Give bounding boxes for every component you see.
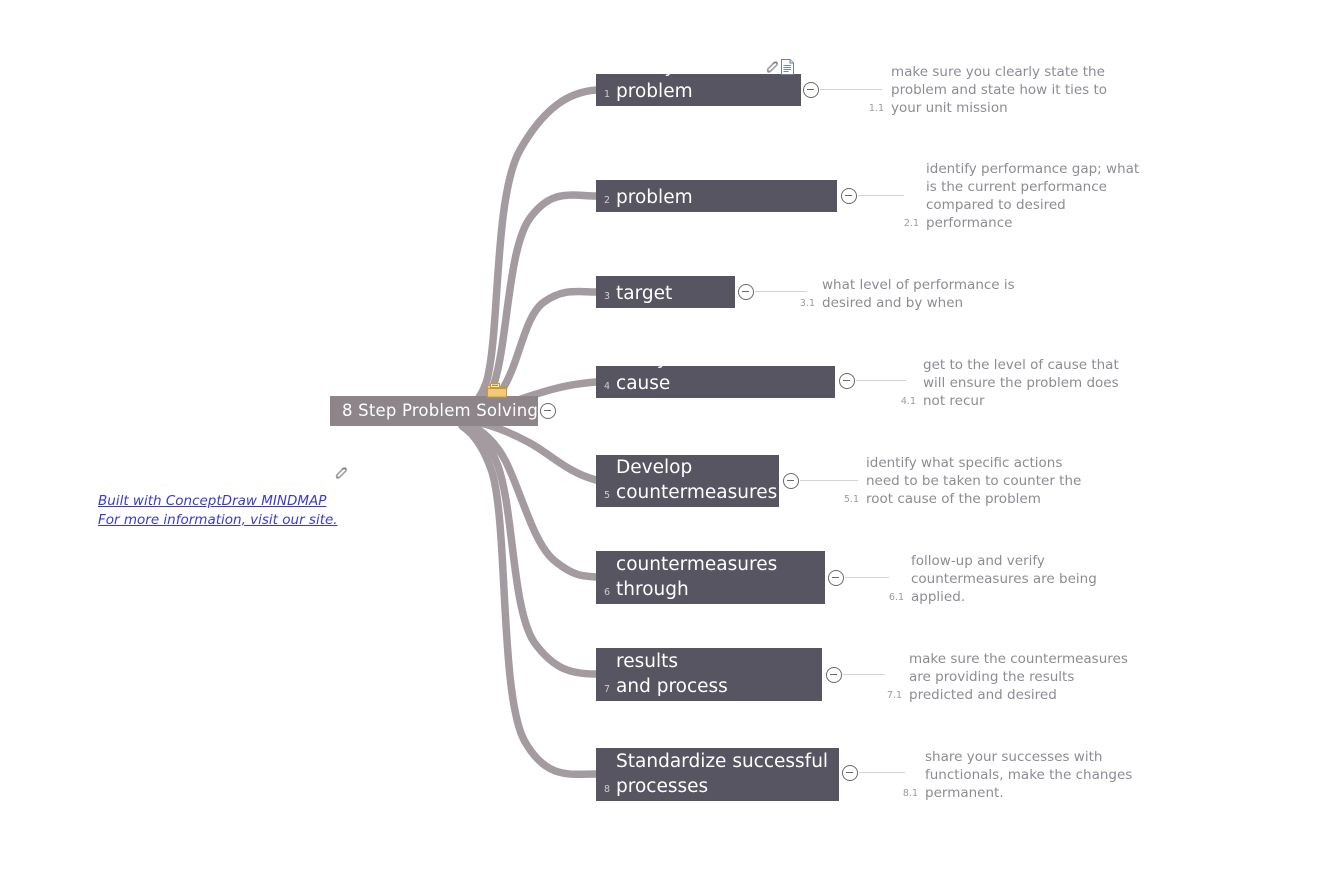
subtopic-6[interactable]: 6.1 follow-up and verify countermeasures… [878, 552, 1158, 606]
collapse-toggle-topic-2[interactable] [841, 188, 857, 204]
topic-node-3[interactable]: 3 Set a target [596, 258, 735, 308]
collapse-toggle-topic-7[interactable] [826, 667, 842, 683]
collapse-toggle-topic-8[interactable] [842, 765, 858, 781]
topic-node-6[interactable]: 6 See countermeasures through [596, 529, 825, 604]
topic-number-4: 4 [604, 380, 611, 392]
subtopic-text-1: make sure you clearly state the problem … [891, 64, 1108, 116]
collapse-toggle-center[interactable] [540, 403, 556, 419]
topic-number-3: 3 [604, 290, 611, 302]
topic-label-8: Standardize successful processes [616, 751, 829, 797]
topic-number-2: 2 [604, 194, 611, 206]
topic-node-5[interactable]: 5 Develop countermeasures [596, 455, 779, 507]
topic-node-7[interactable]: 7 Evaluate both results and process [596, 626, 822, 701]
topic-number-6: 6 [604, 586, 611, 598]
subtopic-text-5: identify what specific actions need to b… [866, 455, 1082, 507]
subtopic-text-8: share your successes with functionals, m… [925, 749, 1133, 801]
subtopic-8[interactable]: 8.1 share your successes with functional… [892, 748, 1172, 802]
collapse-toggle-topic-4[interactable] [839, 373, 855, 389]
subtopic-text-4: get to the level of cause that will ensu… [923, 357, 1119, 409]
branch-to-topic-5 [464, 416, 600, 484]
folder-icon [487, 382, 507, 402]
central-topic-label: 8 Step Problem Solving [342, 401, 539, 420]
topic-number-5: 5 [604, 489, 611, 501]
subtopic-number-4: 4.1 [900, 395, 916, 407]
subtopic-2[interactable]: 2.1 identify performance gap; what is th… [893, 160, 1188, 232]
topic-label-4: Analyze the root cause [616, 348, 769, 394]
topic-label-7: Evaluate both results and process [616, 626, 745, 697]
subtopic-text-6: follow-up and verify countermeasures are… [911, 553, 1097, 605]
collapse-toggle-topic-1[interactable] [803, 82, 819, 98]
footer-link-node[interactable]: Built with ConceptDraw MINDMAP For more … [98, 467, 348, 530]
branch-to-topic-7 [460, 420, 600, 678]
subtopic-text-2: identify performance gap; what is the cu… [926, 161, 1140, 231]
footer-link-line-2[interactable]: For more information, visit our site. [98, 511, 348, 530]
subtopic-number-2: 2.1 [903, 217, 919, 229]
branch-to-topic-2 [460, 191, 600, 418]
branch-to-topic-1 [458, 86, 600, 416]
topic-number-1: 1 [604, 88, 611, 100]
collapse-toggle-topic-3[interactable] [738, 284, 754, 300]
topic-node-2[interactable]: 2 Breakdown the problem [596, 162, 837, 212]
collapse-toggle-topic-5[interactable] [783, 473, 799, 489]
subtopic-number-5: 5.1 [843, 493, 859, 505]
subtopic-text-3: what level of performance is desired and… [822, 277, 1015, 311]
branch-to-topic-8 [458, 422, 600, 779]
branch-to-topic-6 [462, 418, 600, 581]
subtopic-number-1: 1.1 [868, 102, 884, 114]
paperclip-icon[interactable] [334, 466, 348, 485]
paperclip-icon[interactable] [765, 60, 779, 79]
subtopic-3[interactable]: 3.1 what level of performance is desired… [789, 276, 1069, 312]
subtopic-number-3: 3.1 [799, 297, 815, 309]
subtopic-number-8: 8.1 [902, 787, 918, 799]
subtopic-7[interactable]: 7.1 make sure the countermeasures are pr… [876, 650, 1166, 704]
subtopic-1[interactable]: 1.1 make sure you clearly state the prob… [858, 63, 1148, 117]
subtopic-number-7: 7.1 [886, 689, 902, 701]
footer-link-line-1[interactable]: Built with ConceptDraw MINDMAP [98, 492, 348, 511]
branch-connectors [458, 86, 600, 779]
subtopic-text-7: make sure the countermeasures are provid… [909, 651, 1128, 703]
topic-number-8: 8 [604, 783, 611, 795]
note-icon[interactable] [781, 59, 794, 79]
collapse-toggle-topic-6[interactable] [828, 570, 844, 586]
mindmap-canvas: 8 Step Problem Solving 1 Clarify the pro… [0, 0, 1329, 876]
topic-number-7: 7 [604, 683, 611, 695]
subtopic-4[interactable]: 4.1 get to the level of cause that will … [890, 356, 1170, 410]
topic-1-icons[interactable] [765, 59, 794, 79]
topic-label-3: Set a target [616, 258, 673, 304]
subtopic-5[interactable]: 5.1 identify what specific actions need … [833, 454, 1123, 508]
topic-label-5: Develop countermeasures [616, 457, 778, 503]
topic-label-2: Breakdown the problem [616, 162, 756, 208]
topic-node-4[interactable]: 4 Analyze the root cause [596, 348, 835, 398]
topic-node-8[interactable]: 8 Standardize successful processes [596, 748, 839, 801]
topic-label-6: See countermeasures through [616, 529, 778, 600]
subtopic-number-6: 6.1 [888, 591, 904, 603]
